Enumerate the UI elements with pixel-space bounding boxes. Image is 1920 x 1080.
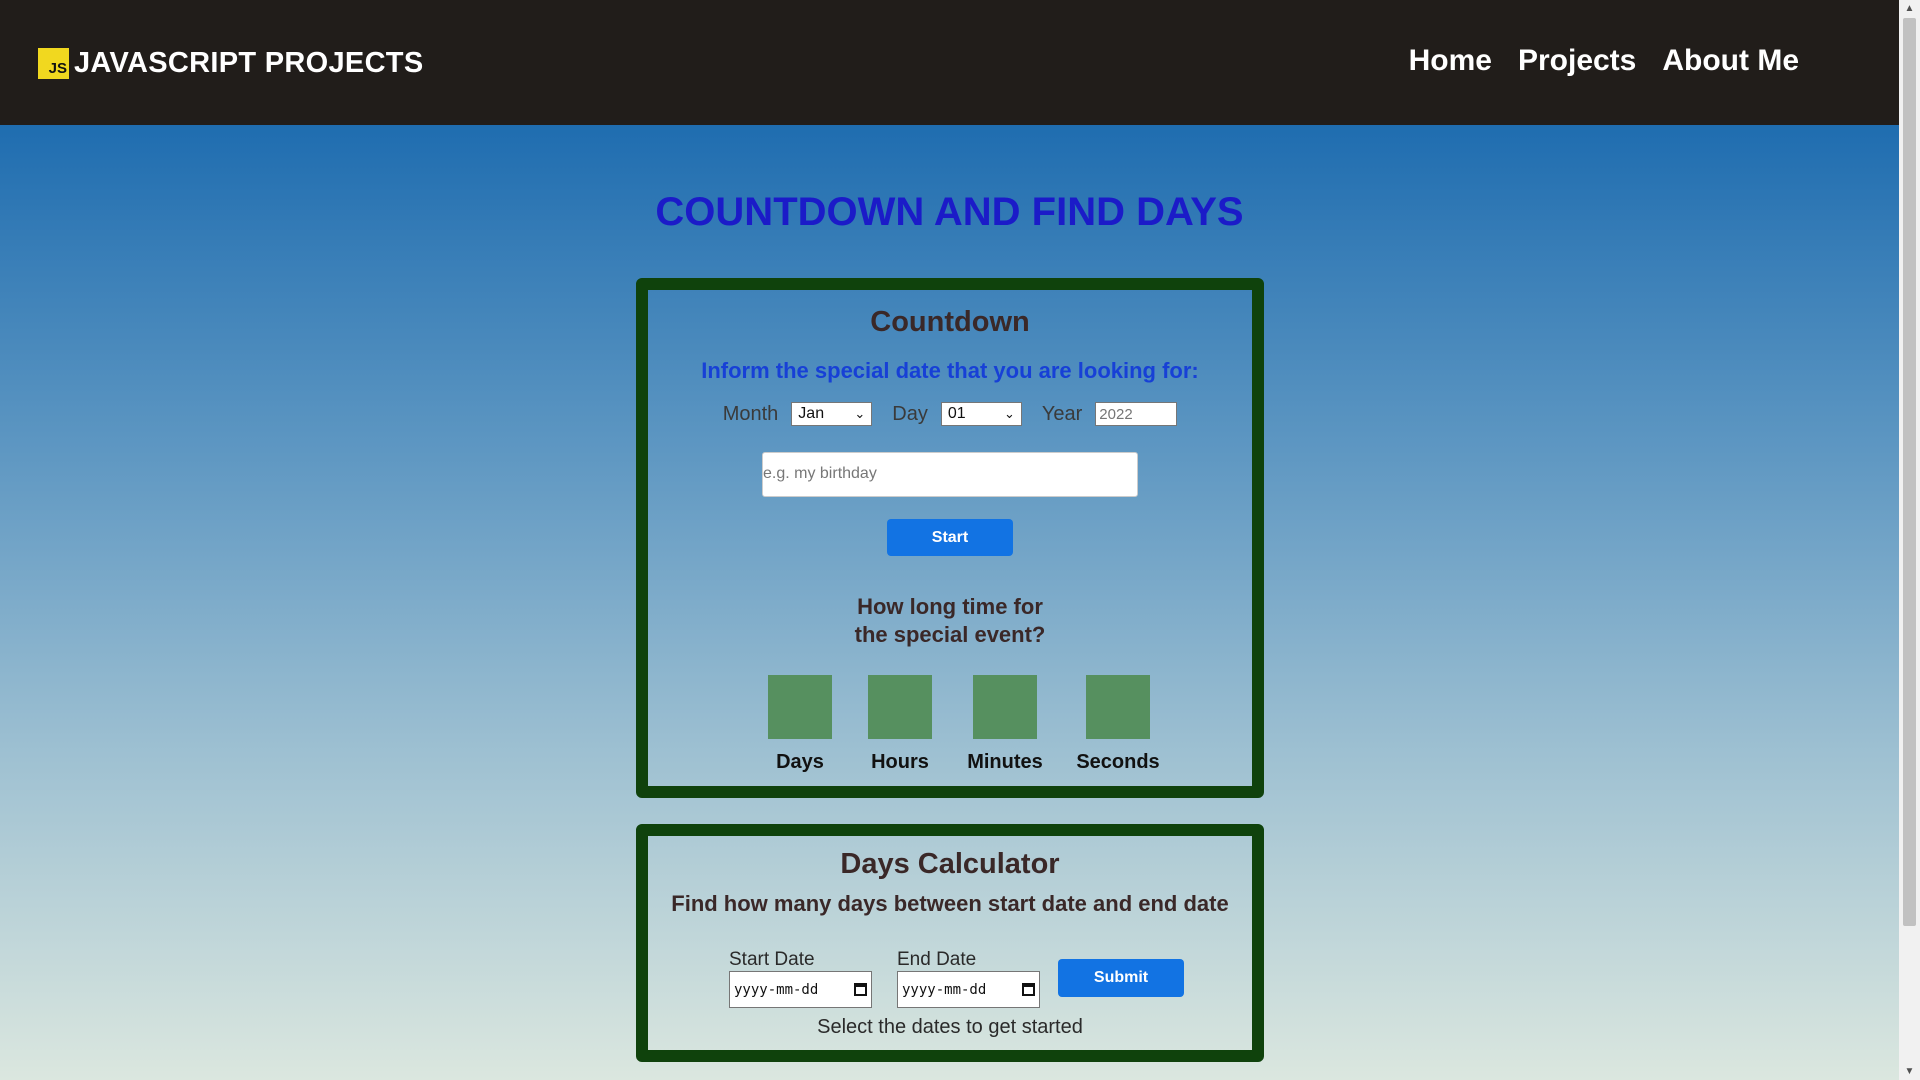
- minutes-value-box: [973, 675, 1037, 739]
- hours-unit-label: Hours: [871, 751, 929, 773]
- day-label: Day: [892, 402, 928, 425]
- day-select[interactable]: 01 ⌄: [940, 402, 1022, 426]
- year-input[interactable]: [1095, 402, 1178, 426]
- vertical-scrollbar[interactable]: ▲ ▼: [1899, 0, 1920, 1080]
- end-date-label: End Date: [897, 949, 977, 970]
- how-long-heading: How long time for the special event?: [648, 593, 1252, 649]
- minutes-unit-label: Minutes: [967, 751, 1043, 773]
- calendar-icon[interactable]: [1022, 983, 1035, 996]
- days-calculator-card: Days Calculator Find how many days betwe…: [636, 824, 1264, 1062]
- calendar-icon[interactable]: [854, 983, 867, 996]
- top-navbar: JS JAVASCRIPT PROJECTS Home Projects Abo…: [0, 0, 1899, 125]
- nav-about-link[interactable]: About Me: [1662, 44, 1799, 78]
- main-nav: Home Projects About Me: [1409, 44, 1799, 78]
- minutes-unit: Minutes: [950, 675, 1060, 774]
- countdown-card: Countdown Inform the special date that y…: [636, 278, 1264, 798]
- day-select-value: 01: [947, 405, 966, 422]
- start-date-placeholder: yyyy-mm-dd: [734, 981, 819, 998]
- event-name-input[interactable]: e.g. my birthday: [762, 452, 1138, 497]
- hours-value-box: [868, 675, 932, 739]
- countdown-heading: Countdown: [870, 306, 1030, 338]
- month-select-value: Jan: [798, 405, 825, 422]
- end-date-field: End Date yyyy-mm-dd: [897, 949, 1040, 1008]
- nav-projects-link[interactable]: Projects: [1518, 44, 1636, 78]
- date-selector-row: Month Jan ⌄ Day 01 ⌄ Year: [648, 402, 1252, 426]
- month-label: Month: [722, 402, 779, 425]
- chevron-down-icon: ⌄: [854, 406, 866, 421]
- chevron-down-icon: ⌄: [1003, 406, 1015, 421]
- site-logo[interactable]: JS JAVASCRIPT PROJECTS: [38, 47, 423, 80]
- scroll-up-arrow-icon[interactable]: ▲: [1899, 0, 1920, 17]
- start-date-field: Start Date yyyy-mm-dd: [729, 949, 872, 1008]
- submit-button[interactable]: Submit: [1058, 959, 1184, 997]
- how-long-line-2: the special event?: [854, 622, 1046, 647]
- seconds-unit-label: Seconds: [1076, 751, 1160, 773]
- scroll-down-arrow-icon[interactable]: ▼: [1899, 1063, 1920, 1080]
- seconds-unit: Seconds: [1063, 675, 1173, 774]
- event-name-placeholder: e.g. my birthday: [763, 465, 877, 482]
- site-title: JAVASCRIPT PROJECTS: [74, 47, 424, 79]
- seconds-value-box: [1086, 675, 1150, 739]
- nav-home-link[interactable]: Home: [1409, 44, 1492, 78]
- start-button[interactable]: Start: [887, 519, 1013, 556]
- days-calculator-subtitle: Find how many days between start date an…: [671, 891, 1229, 916]
- start-date-input[interactable]: yyyy-mm-dd: [729, 971, 872, 1008]
- page-title: COUNTDOWN AND FIND DAYS: [655, 190, 1244, 234]
- days-calculator-heading: Days Calculator: [840, 848, 1060, 880]
- days-unit-label: Days: [776, 751, 824, 773]
- days-value-box: [768, 675, 832, 739]
- month-select[interactable]: Jan ⌄: [791, 402, 873, 426]
- end-date-placeholder: yyyy-mm-dd: [902, 981, 987, 998]
- days-result-status: Select the dates to get started: [817, 1016, 1083, 1038]
- start-date-label: Start Date: [729, 949, 815, 970]
- scrollbar-thumb[interactable]: [1903, 18, 1916, 926]
- end-date-input[interactable]: yyyy-mm-dd: [897, 971, 1040, 1008]
- how-long-line-1: How long time for: [857, 594, 1043, 619]
- days-unit: Days: [745, 675, 855, 774]
- year-label: Year: [1041, 402, 1083, 425]
- js-logo-icon: JS: [38, 48, 69, 79]
- countdown-instruction: Inform the special date that you are loo…: [701, 358, 1199, 383]
- hours-unit: Hours: [845, 675, 955, 774]
